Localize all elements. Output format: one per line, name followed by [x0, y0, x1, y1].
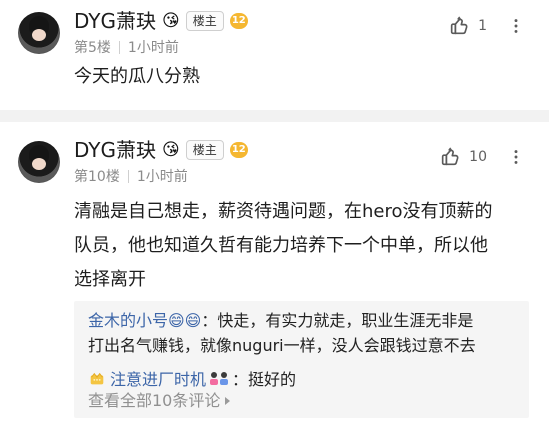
more-options-icon[interactable]	[507, 17, 525, 35]
reply-separator: ：	[201, 311, 218, 330]
people-icon	[210, 372, 229, 385]
host-badge: 楼主	[185, 11, 224, 31]
view-all-comments-label: 查看全部10条评论	[88, 391, 221, 410]
floor-label: 第5楼	[74, 40, 111, 56]
reply-preview-box: 金木的小号😄😄：快走，有实力就走，职业生涯无非是 打出名气赚钱，就像nuguri…	[74, 301, 529, 418]
reply-item[interactable]: 金木的小号😄😄：快走，有实力就走，职业生涯无非是 打出名气赚钱，就像nuguri…	[88, 308, 515, 358]
avatar[interactable]	[18, 12, 60, 54]
time-label: 1小时前	[127, 40, 179, 56]
username[interactable]: DYG萧玦	[74, 9, 156, 33]
like-icon	[442, 147, 459, 166]
post-content: 清融是自己想走，薪资待遇问题，在hero没有顶薪的 队员，他也知道久哲有能力培养…	[74, 195, 519, 297]
like-icon	[450, 16, 468, 35]
chevron-right-icon	[225, 397, 231, 405]
content-line: 清融是自己想走，薪资待遇问题，在hero没有顶薪的	[74, 201, 493, 222]
reply-username[interactable]: 金木的小号😄😄	[88, 311, 201, 330]
post-meta: 第5楼 1小时前	[74, 37, 549, 57]
post-meta: 第10楼 1小时前	[74, 166, 549, 186]
comment-post-5: DYG萧玦 😘 楼主 12 第5楼 1小时前 1 今天的瓜八分熟	[0, 0, 549, 110]
comment-post-10: DYG萧玦 😘 楼主 12 第10楼 1小时前 10 清融是自己想走，薪资待遇问…	[0, 122, 549, 439]
host-badge: 楼主	[185, 140, 224, 160]
like-button[interactable]: 10	[439, 146, 487, 168]
more-options-icon[interactable]	[507, 148, 525, 166]
reply-text: 挺好的	[248, 370, 297, 389]
meta-divider	[127, 169, 129, 183]
post-actions: 10	[439, 146, 525, 168]
reply-separator: ：	[232, 370, 249, 389]
post-content: 今天的瓜八分熟	[74, 66, 200, 87]
level-badge: 12	[229, 142, 248, 158]
crown-icon	[90, 372, 104, 385]
post-actions: 1	[448, 15, 525, 37]
kiss-emoji-icon: 😘	[162, 10, 180, 31]
post-separator	[0, 110, 549, 122]
like-button[interactable]: 1	[448, 15, 487, 37]
like-count: 1	[478, 18, 487, 34]
reply-text: 打出名气赚钱，就像nuguri一样，没人会跟钱过意不去	[88, 336, 476, 355]
content-line: 选择离开	[74, 269, 146, 290]
view-all-comments-link[interactable]: 查看全部10条评论	[88, 391, 232, 411]
floor-label: 第10楼	[74, 169, 120, 185]
content-line: 队员，他也知道久哲有能力培养下一个中单，所以他	[74, 235, 488, 256]
avatar[interactable]	[18, 141, 60, 183]
reply-username[interactable]: 注意进厂时机	[110, 370, 206, 389]
username[interactable]: DYG萧玦	[74, 138, 156, 162]
reply-item[interactable]: 注意进厂时机 ：挺好的	[88, 367, 515, 392]
meta-divider	[118, 40, 120, 54]
kiss-emoji-icon: 😘	[162, 139, 180, 160]
reply-text: 快走，有实力就走，职业生涯无非是	[217, 311, 474, 330]
like-count: 10	[469, 149, 487, 165]
time-label: 1小时前	[136, 169, 188, 185]
level-badge: 12	[229, 13, 248, 29]
